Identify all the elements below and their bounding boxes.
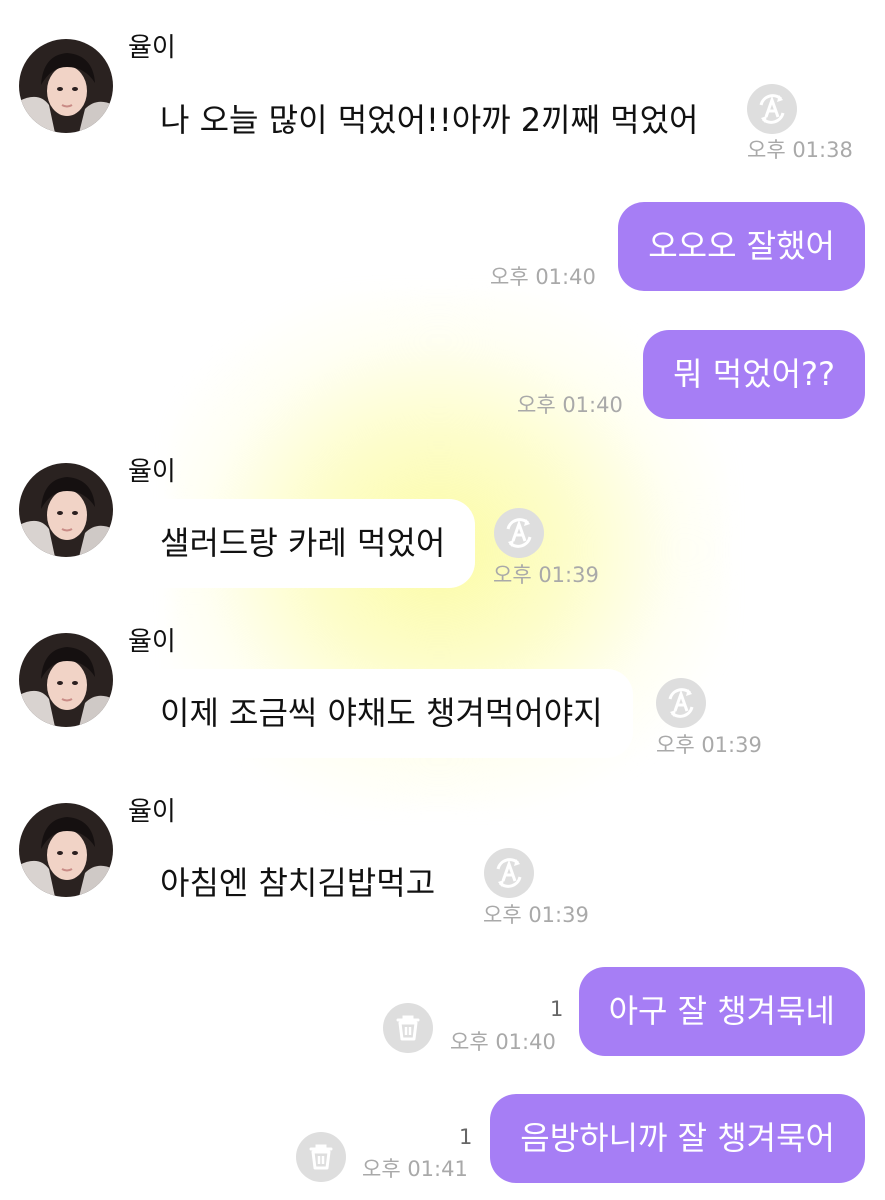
timestamp: 오후 01:38 <box>747 138 853 162</box>
message-row: 오후 01:40 뭐 먹었어?? <box>0 310 885 440</box>
message-row: 율이 아침엔 참치김밥먹고 오후 01:39 <box>0 780 885 950</box>
message-row: 1 오후 01:40 아구 잘 챙겨묵네 <box>0 950 885 1075</box>
translate-icon[interactable] <box>747 84 797 134</box>
message-bubble[interactable]: 음방하니까 잘 챙겨묵어 <box>490 1094 865 1183</box>
profile-photo-icon <box>19 39 113 133</box>
translate-icon[interactable] <box>656 678 706 728</box>
timestamp: 오후 01:39 <box>483 903 589 927</box>
message-row: 율이 나 오늘 많이 먹었어!!아까 2끼째 먹었어 오후 01:38 <box>0 0 885 180</box>
profile-photo-icon <box>19 463 113 557</box>
sender-name: 율이 <box>128 797 176 827</box>
message-bubble[interactable]: 아침엔 참치김밥먹고 <box>130 839 466 928</box>
sender-name: 율이 <box>128 457 176 487</box>
sender-name: 율이 <box>128 33 176 63</box>
message-row: 율이 이제 조금씩 야채도 챙겨먹어야지 오후 01:39 <box>0 610 885 780</box>
timestamp: 오후 01:39 <box>656 733 762 757</box>
unread-count: 1 <box>550 997 564 1021</box>
trash-icon[interactable] <box>296 1132 346 1182</box>
timestamp: 오후 01:39 <box>493 563 599 587</box>
message-bubble[interactable]: 나 오늘 많이 먹었어!!아까 2끼째 먹었어 <box>130 76 729 165</box>
avatar[interactable] <box>19 803 113 897</box>
unread-count: 1 <box>459 1125 473 1149</box>
message-bubble[interactable]: 오오오 잘했어 <box>618 202 865 291</box>
timestamp: 오후 01:40 <box>490 265 596 289</box>
message-bubble[interactable]: 뭐 먹었어?? <box>643 330 865 419</box>
avatar[interactable] <box>19 463 113 557</box>
profile-photo-icon <box>19 803 113 897</box>
chat-area[interactable]: 율이 나 오늘 많이 먹었어!!아까 2끼째 먹었어 오후 01:38 오후 0… <box>0 0 885 1200</box>
avatar[interactable] <box>19 633 113 727</box>
translate-icon[interactable] <box>484 848 534 898</box>
timestamp: 오후 01:40 <box>450 1030 556 1054</box>
message-row: 율이 샐러드랑 카레 먹었어 오후 01:39 <box>0 440 885 610</box>
timestamp: 오후 01:40 <box>517 393 623 417</box>
message-row: 오후 01:40 오오오 잘했어 <box>0 180 885 310</box>
profile-photo-icon <box>19 633 113 727</box>
translate-icon[interactable] <box>494 508 544 558</box>
message-bubble[interactable]: 아구 잘 챙겨묵네 <box>578 967 865 1056</box>
message-row: 1 오후 01:41 음방하니까 잘 챙겨묵어 <box>0 1075 885 1200</box>
avatar[interactable] <box>19 39 113 133</box>
timestamp: 오후 01:41 <box>362 1157 468 1181</box>
sender-name: 율이 <box>128 627 176 657</box>
trash-icon[interactable] <box>383 1003 433 1053</box>
message-bubble[interactable]: 샐러드랑 카레 먹었어 <box>130 499 476 588</box>
message-bubble[interactable]: 이제 조금씩 야채도 챙겨먹어야지 <box>130 669 633 758</box>
